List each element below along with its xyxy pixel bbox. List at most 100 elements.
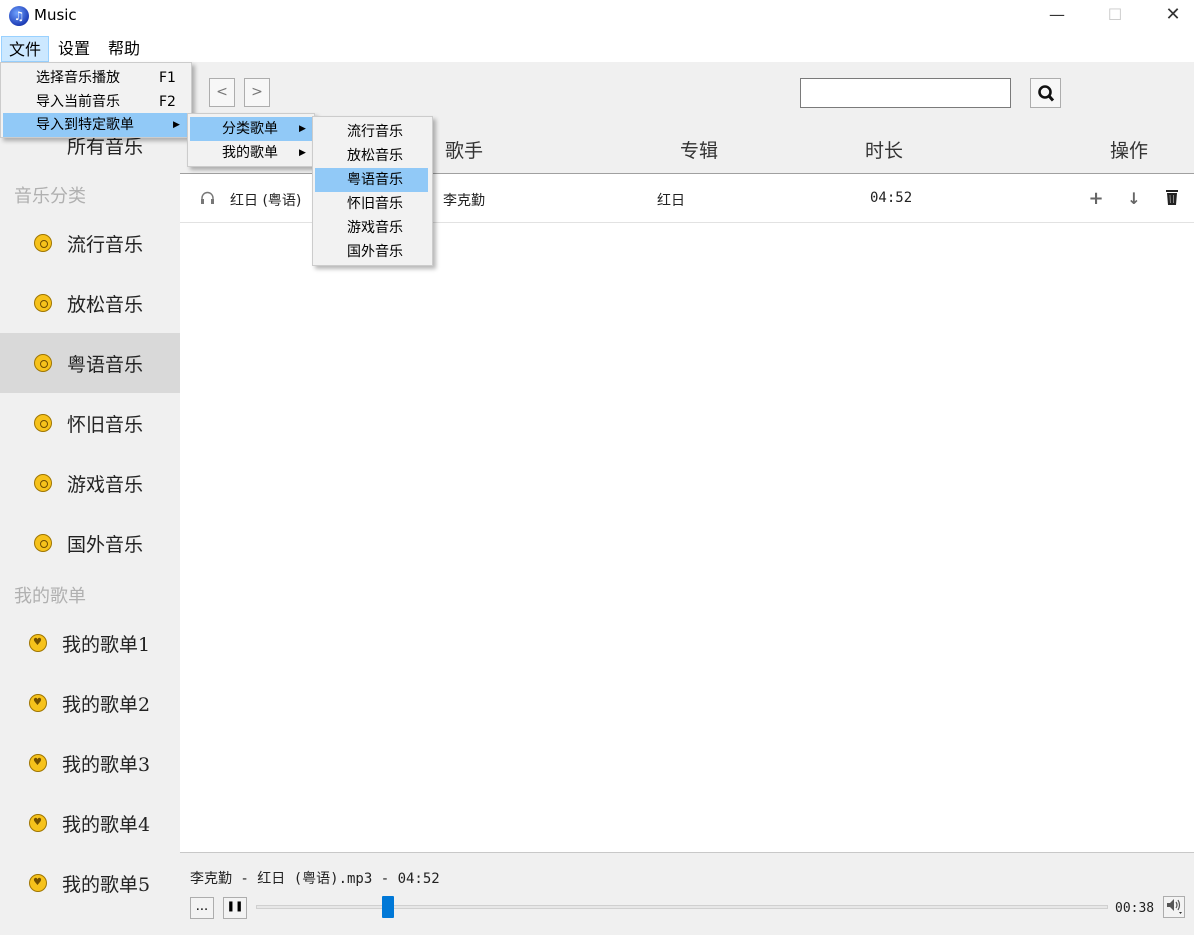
menu-item-label: 粤语音乐 bbox=[347, 172, 403, 188]
music-note-icon: ♫ bbox=[9, 6, 29, 26]
disc-icon bbox=[34, 474, 52, 492]
column-actions: 操作 bbox=[1110, 140, 1149, 162]
file-menu: 选择音乐播放 F1 导入当前音乐 F2 导入到特定歌单 ▶ bbox=[0, 62, 192, 138]
menu-item-label: 国外音乐 bbox=[347, 244, 403, 260]
search-button[interactable] bbox=[1030, 78, 1061, 108]
speaker-icon bbox=[1167, 899, 1182, 914]
elapsed-time: 00:38 bbox=[1115, 901, 1155, 916]
sidebar-item-foreign[interactable]: 国外音乐 bbox=[0, 513, 180, 573]
song-singer: 李克勤 bbox=[443, 193, 485, 209]
sidebar-item-playlist-5[interactable]: 我的歌单5 bbox=[0, 853, 180, 913]
sidebar-item-playlist-1[interactable]: 我的歌单1 bbox=[0, 613, 180, 673]
menu-item-label: 选择音乐播放 bbox=[36, 70, 120, 86]
more-button[interactable]: ... bbox=[190, 897, 214, 919]
maximize-button[interactable]: ☐ bbox=[1086, 0, 1144, 30]
menu-item-my-playlists[interactable]: 我的歌单 ▶ bbox=[190, 141, 312, 165]
menu-file[interactable]: 文件 bbox=[1, 36, 50, 62]
menu-bar: 文件 设置 帮助 bbox=[0, 34, 1194, 62]
menu-item-label: 游戏音乐 bbox=[347, 220, 403, 236]
heart-icon bbox=[29, 754, 47, 772]
headphone-icon bbox=[201, 191, 214, 204]
sidebar-item-game[interactable]: 游戏音乐 bbox=[0, 453, 180, 513]
category-menu: 流行音乐 放松音乐 粤语音乐 怀旧音乐 游戏音乐 国外音乐 bbox=[312, 116, 433, 266]
sidebar-item-label: 怀旧音乐 bbox=[67, 414, 144, 436]
disc-icon bbox=[34, 414, 52, 432]
toolbar: < > bbox=[180, 62, 1194, 122]
sidebar-item-cantonese[interactable]: 粤语音乐 bbox=[0, 333, 180, 393]
sidebar-item-label: 流行音乐 bbox=[67, 234, 144, 256]
sidebar-item-label: 粤语音乐 bbox=[67, 354, 144, 376]
menu-item-nostalgic[interactable]: 怀旧音乐 bbox=[315, 192, 428, 216]
sidebar-item-label: 国外音乐 bbox=[67, 534, 144, 556]
submenu-arrow-icon: ▶ bbox=[173, 120, 180, 130]
sidebar-item-label: 放松音乐 bbox=[67, 294, 144, 316]
submenu-arrow-icon: ▶ bbox=[299, 148, 306, 158]
progress-thumb[interactable] bbox=[382, 896, 395, 918]
volume-button[interactable] bbox=[1163, 896, 1185, 918]
submenu-arrow-icon: ▶ bbox=[299, 124, 306, 134]
sidebar-item-playlist-4[interactable]: 我的歌单4 bbox=[0, 793, 180, 853]
trash-icon[interactable] bbox=[1163, 189, 1181, 209]
sidebar-item-label: 我的歌单1 bbox=[62, 634, 151, 656]
category-header: 音乐分类 bbox=[14, 186, 86, 207]
sidebar-item-label: 我的歌单2 bbox=[62, 694, 151, 716]
heart-icon bbox=[29, 694, 47, 712]
menu-item-select-music[interactable]: 选择音乐播放 F1 bbox=[3, 66, 189, 90]
minimize-button[interactable]: — bbox=[1028, 0, 1086, 30]
menu-item-label: 导入到特定歌单 bbox=[36, 117, 134, 133]
sidebar-item-pop[interactable]: 流行音乐 bbox=[0, 213, 180, 273]
playlist-header: 我的歌单 bbox=[14, 586, 86, 607]
disc-icon bbox=[34, 294, 52, 312]
song-duration: 04:52 bbox=[870, 190, 913, 206]
sidebar-item-label: 游戏音乐 bbox=[67, 474, 144, 496]
menu-item-label: 流行音乐 bbox=[347, 124, 403, 140]
menu-item-cantonese[interactable]: 粤语音乐 bbox=[315, 168, 428, 192]
search-input[interactable] bbox=[800, 78, 1011, 108]
sidebar-item-label: 我的歌单3 bbox=[62, 754, 151, 776]
pause-button[interactable]: ❚❚ bbox=[223, 897, 247, 919]
heart-icon bbox=[29, 814, 47, 832]
now-playing-label: 李克勤 - 红日 (粤语).mp3 - 04:52 bbox=[190, 871, 440, 887]
menu-item-category-playlists[interactable]: 分类歌单 ▶ bbox=[190, 117, 312, 141]
menu-item-shortcut: F1 bbox=[159, 70, 176, 86]
title-bar: ♫ Music — ☐ ✕ bbox=[0, 0, 1194, 34]
menu-item-relax[interactable]: 放松音乐 bbox=[315, 144, 428, 168]
forward-button[interactable]: > bbox=[244, 78, 270, 107]
menu-item-pop[interactable]: 流行音乐 bbox=[315, 120, 428, 144]
disc-icon bbox=[34, 534, 52, 552]
sidebar-item-playlist-3[interactable]: 我的歌单3 bbox=[0, 733, 180, 793]
menu-help[interactable]: 帮助 bbox=[101, 36, 147, 62]
column-singer[interactable]: 歌手 bbox=[445, 136, 483, 163]
menu-item-label: 我的歌单 bbox=[222, 145, 278, 161]
menu-item-game[interactable]: 游戏音乐 bbox=[315, 216, 428, 240]
music-window: ♫ Music — ☐ ✕ 文件 设置 帮助 所有音乐 音乐分类 流行音乐 放松… bbox=[0, 0, 1194, 935]
song-album: 红日 bbox=[657, 193, 685, 209]
sidebar-item-nostalgic[interactable]: 怀旧音乐 bbox=[0, 393, 180, 453]
column-duration[interactable]: 时长 bbox=[865, 136, 903, 163]
menu-item-import-to-playlist[interactable]: 导入到特定歌单 ▶ bbox=[3, 113, 189, 137]
menu-settings[interactable]: 设置 bbox=[51, 36, 97, 62]
menu-item-shortcut: F2 bbox=[159, 94, 176, 110]
sidebar-item-label: 我的歌单5 bbox=[62, 874, 151, 896]
window-title: Music bbox=[34, 6, 77, 24]
song-title: 红日 (粤语) bbox=[230, 193, 302, 209]
download-icon[interactable]: ↓ bbox=[1125, 189, 1143, 209]
search-icon bbox=[1038, 85, 1055, 102]
menu-item-label: 放松音乐 bbox=[347, 148, 403, 164]
menu-item-foreign[interactable]: 国外音乐 bbox=[315, 240, 428, 264]
disc-icon bbox=[34, 234, 52, 252]
heart-icon bbox=[29, 634, 47, 652]
menu-item-import-current[interactable]: 导入当前音乐 F2 bbox=[3, 90, 189, 114]
sidebar-item-label: 我的歌单4 bbox=[62, 814, 151, 836]
close-button[interactable]: ✕ bbox=[1144, 0, 1194, 30]
sidebar-item-playlist-2[interactable]: 我的歌单2 bbox=[0, 673, 180, 733]
column-album[interactable]: 专辑 bbox=[680, 136, 718, 163]
menu-item-label: 导入当前音乐 bbox=[36, 94, 120, 110]
menu-item-label: 怀旧音乐 bbox=[347, 196, 403, 212]
menu-item-label: 分类歌单 bbox=[222, 121, 278, 137]
add-icon[interactable]: + bbox=[1087, 189, 1105, 209]
sidebar: 所有音乐 音乐分类 流行音乐 放松音乐 粤语音乐 怀旧音乐 游戏音乐 国外音乐 … bbox=[0, 62, 180, 935]
sidebar-item-relax[interactable]: 放松音乐 bbox=[0, 273, 180, 333]
playlist-type-menu: 分类歌单 ▶ 我的歌单 ▶ bbox=[187, 113, 315, 167]
back-button[interactable]: < bbox=[209, 78, 235, 107]
